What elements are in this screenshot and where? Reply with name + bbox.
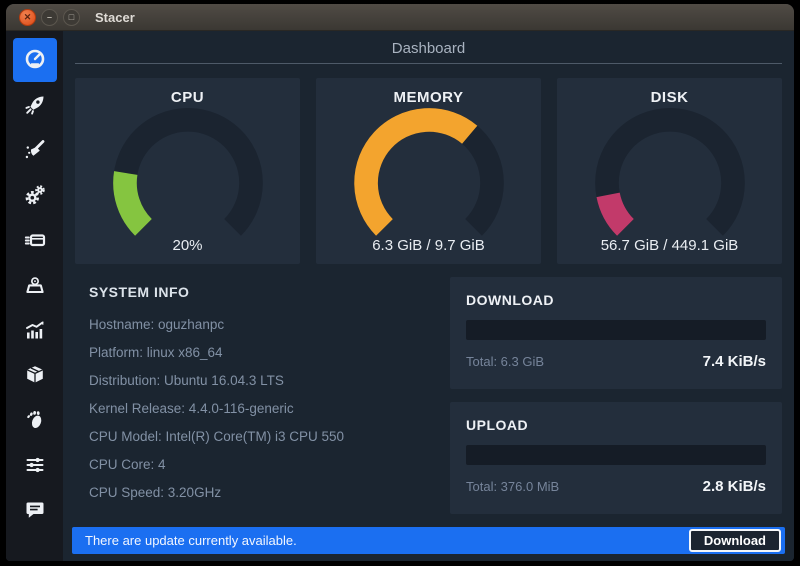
sidebar-item-resources[interactable] — [13, 308, 57, 352]
download-total: Total: 6.3 GiB — [466, 354, 544, 369]
memory-gauge-value: 6.3 GiB / 9.7 GiB — [316, 237, 541, 254]
disk-gauge — [595, 108, 745, 238]
disk-gauge-card: DISK 56.7 GiB / 449.1 GiB — [557, 78, 782, 264]
bar-chart-icon — [23, 318, 47, 342]
page-header: Dashboard — [75, 31, 782, 64]
system-info-distribution: Distribution: Ubuntu 16.04.3 LTS — [89, 367, 440, 395]
cpu-gauge-title: CPU — [171, 89, 204, 106]
upload-card: UPLOAD Total: 376.0 MiB 2.8 KiB/s — [450, 402, 782, 514]
minimize-icon[interactable]: – — [41, 9, 58, 26]
sidebar-item-dashboard[interactable] — [13, 38, 57, 82]
cpu-gauge-value: 20% — [75, 237, 300, 254]
sidebar-item-processes[interactable] — [13, 218, 57, 262]
disk-gauge-title: DISK — [651, 89, 689, 106]
system-info-cpu-model: CPU Model: Intel(R) Core(TM) i3 CPU 550 — [89, 423, 440, 451]
main-content: Dashboard CPU 20% MEMORY 6.3 GiB / 9.7 G… — [63, 31, 794, 561]
broom-icon — [23, 138, 47, 162]
download-title: DOWNLOAD — [466, 292, 766, 308]
page-title: Dashboard — [392, 40, 465, 57]
update-notification-bar: There are update currently available. Do… — [72, 527, 785, 554]
sidebar — [6, 31, 63, 561]
memory-gauge — [354, 108, 504, 238]
upload-progress-bar — [466, 445, 766, 465]
stacer-window: ✕ – □ Stacer — [6, 4, 794, 561]
download-speed: 7.4 KiB/s — [703, 353, 766, 370]
memory-gauge-card: MEMORY 6.3 GiB / 9.7 GiB — [316, 78, 541, 264]
system-info-kernel: Kernel Release: 4.4.0-116-generic — [89, 395, 440, 423]
upload-speed: 2.8 KiB/s — [703, 478, 766, 495]
system-info-panel: SYSTEM INFO Hostname: oguzhanpc Platform… — [75, 277, 450, 515]
close-icon[interactable]: ✕ — [19, 9, 36, 26]
window-title: Stacer — [95, 10, 135, 25]
upload-title: UPLOAD — [466, 417, 766, 433]
maximize-icon[interactable]: □ — [63, 9, 80, 26]
system-info-hostname: Hostname: oguzhanpc — [89, 311, 440, 339]
upload-total: Total: 376.0 MiB — [466, 479, 559, 494]
cpu-gauge — [113, 108, 263, 238]
download-progress-bar — [466, 320, 766, 340]
system-info-cpu-core: CPU Core: 4 — [89, 451, 440, 479]
sidebar-item-settings[interactable] — [13, 443, 57, 487]
sliders-icon — [23, 453, 47, 477]
rocket-icon — [23, 93, 47, 117]
gauges-row: CPU 20% MEMORY 6.3 GiB / 9.7 GiB DISK 56… — [75, 78, 782, 264]
message-icon — [23, 498, 47, 522]
sidebar-item-uninstaller[interactable] — [13, 263, 57, 307]
sidebar-item-startup-apps[interactable] — [13, 83, 57, 127]
box-icon — [23, 363, 47, 387]
process-list-icon — [23, 228, 47, 252]
sidebar-item-gnome-settings[interactable] — [13, 398, 57, 442]
sidebar-item-packages[interactable] — [13, 353, 57, 397]
download-card: DOWNLOAD Total: 6.3 GiB 7.4 KiB/s — [450, 277, 782, 389]
system-info-title: SYSTEM INFO — [89, 284, 440, 300]
update-notification-message: There are update currently available. — [85, 533, 689, 548]
system-info-platform: Platform: linux x86_64 — [89, 339, 440, 367]
gnome-foot-icon — [23, 408, 47, 432]
titlebar: ✕ – □ Stacer — [6, 4, 794, 31]
cpu-gauge-card: CPU 20% — [75, 78, 300, 264]
gears-icon — [23, 183, 47, 207]
sidebar-item-feedback[interactable] — [13, 488, 57, 532]
disk-gauge-value: 56.7 GiB / 449.1 GiB — [557, 237, 782, 254]
speedometer-icon — [23, 48, 47, 72]
sidebar-item-services[interactable] — [13, 173, 57, 217]
download-update-button[interactable]: Download — [689, 529, 781, 552]
package-remove-icon — [23, 273, 47, 297]
sidebar-item-system-cleaner[interactable] — [13, 128, 57, 172]
memory-gauge-title: MEMORY — [394, 89, 464, 106]
system-info-cpu-speed: CPU Speed: 3.20GHz — [89, 479, 440, 507]
